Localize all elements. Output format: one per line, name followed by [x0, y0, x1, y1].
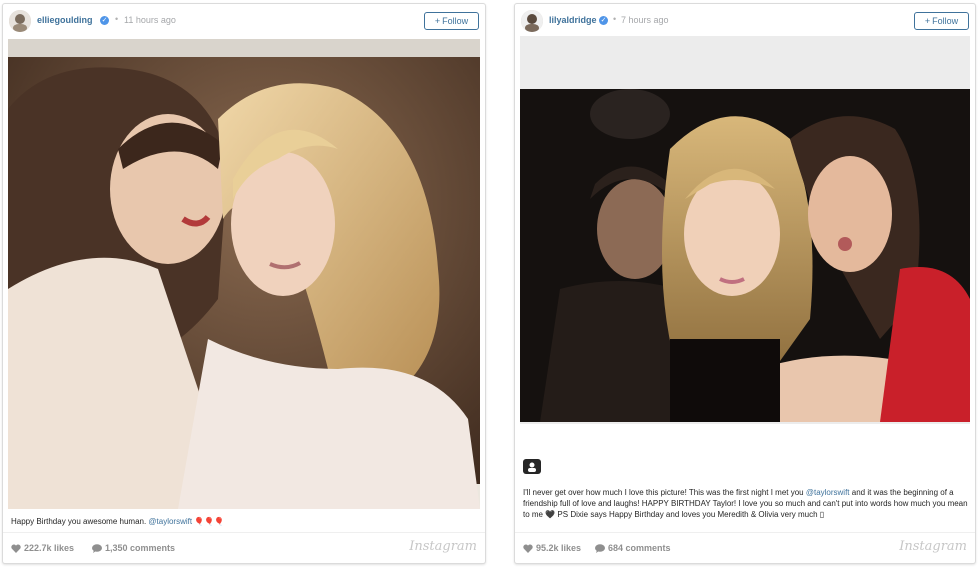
heart-icon: [523, 544, 533, 553]
username-link[interactable]: elliegoulding: [37, 15, 93, 25]
instagram-logo[interactable]: Instagram: [899, 539, 967, 554]
plus-icon: +: [434, 16, 441, 26]
unknown-glyph: ▯: [819, 510, 825, 519]
likes-count[interactable]: 95.2k likes: [523, 543, 581, 553]
post-caption: I'll never get over how much I love this…: [523, 488, 968, 519]
separator-dot: •: [115, 14, 119, 24]
mention-link[interactable]: @taylorswift: [148, 517, 192, 526]
post-time: 11 hours ago: [124, 15, 176, 25]
follow-button[interactable]: + Follow: [914, 12, 969, 30]
comment-icon: [595, 544, 605, 553]
verified-badge-icon: ✓: [599, 16, 608, 25]
avatar[interactable]: [521, 10, 543, 32]
comments-count[interactable]: 1,350 comments: [92, 543, 175, 553]
post-header: lilyaldridge ✓ • 7 hours ago + Follow: [515, 4, 975, 38]
heart-icon: [11, 544, 21, 553]
separator-dot: •: [613, 14, 617, 24]
comments-count[interactable]: 684 comments: [595, 543, 671, 553]
post-header: elliegoulding ✓ • 11 hours ago + Follow: [3, 4, 485, 38]
follow-button[interactable]: + Follow: [424, 12, 479, 30]
post-caption: Happy Birthday you awesome human. @taylo…: [11, 517, 225, 526]
post-footer: 222.7k likes 1,350 comments Instagram: [3, 532, 485, 563]
instagram-embed-card-ellie: elliegoulding ✓ • 11 hours ago +Follow: [2, 3, 486, 564]
post-photo[interactable]: [8, 39, 480, 509]
heart-emoji: 🖤: [545, 510, 556, 519]
balloon-emoji: 🎈🎈🎈: [194, 517, 225, 526]
username-link[interactable]: lilyaldridge: [549, 15, 597, 25]
post-photo[interactable]: [520, 89, 970, 422]
likes-count[interactable]: 222.7k likes: [11, 543, 74, 553]
comment-icon: [92, 544, 102, 553]
plus-icon: +: [924, 16, 931, 26]
instagram-embed-card-lily: lilyaldridge ✓ • 7 hours ago + Follow I'…: [514, 3, 976, 564]
post-time: 7 hours ago: [621, 15, 669, 25]
avatar[interactable]: [9, 10, 31, 32]
mention-link[interactable]: @taylorswift: [806, 488, 850, 497]
post-footer: 95.2k likes 684 comments Instagram: [515, 532, 975, 563]
instagram-logo[interactable]: Instagram: [409, 539, 477, 554]
verified-badge-icon: ✓: [100, 16, 109, 25]
user-tag-icon[interactable]: [523, 459, 541, 474]
